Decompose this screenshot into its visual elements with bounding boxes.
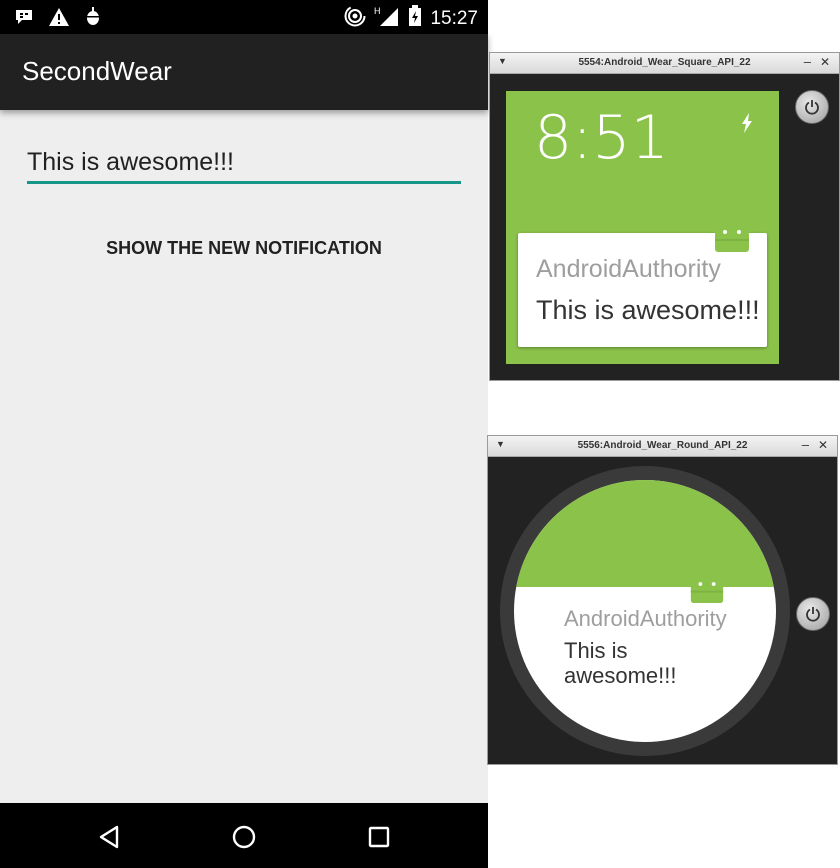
watch-clock: 8:51 — [534, 103, 669, 173]
android-debug-icon — [84, 7, 102, 32]
notification-text-input[interactable]: This is awesome!!! — [27, 146, 461, 184]
watch-background — [514, 480, 776, 587]
power-icon — [805, 100, 819, 115]
power-icon — [806, 607, 820, 622]
round-wear-emulator-window: ▼ 5556:Android_Wear_Round_API_22 – ✕ And… — [487, 435, 838, 765]
close-button[interactable]: ✕ — [818, 438, 828, 452]
square-watch-face[interactable]: 8:51 AndroidAuthority This is awesome!!! — [506, 91, 779, 364]
status-bar: H 15:27 — [0, 0, 488, 34]
text-input-value: This is awesome!!! — [27, 148, 235, 176]
home-icon — [232, 825, 256, 849]
status-time: 15:27 — [430, 7, 478, 29]
close-button[interactable]: ✕ — [820, 55, 830, 69]
round-emulator-title: 5556:Android_Wear_Round_API_22 — [577, 440, 748, 451]
warning-icon — [48, 7, 70, 32]
square-emulator-titlebar[interactable]: ▼ 5554:Android_Wear_Square_API_22 – ✕ — [490, 53, 839, 74]
text-input-underline — [27, 181, 461, 184]
recents-icon — [368, 826, 390, 848]
show-notification-button[interactable]: SHOW THE NEW NOTIFICATION — [92, 230, 396, 266]
svg-text:H: H — [374, 6, 381, 16]
notification-text: This is awesome!!! — [564, 638, 677, 688]
round-watch-bezel: AndroidAuthority This is awesome!!! — [500, 466, 790, 756]
app-title: SecondWear — [22, 56, 172, 86]
power-button[interactable] — [795, 90, 829, 124]
round-watch-face[interactable]: AndroidAuthority This is awesome!!! — [514, 480, 776, 742]
notification-app-name: AndroidAuthority — [564, 606, 727, 631]
recents-button[interactable] — [359, 817, 399, 857]
bbm-icon — [14, 8, 34, 31]
android-app-icon — [712, 213, 752, 258]
app-bar: SecondWear — [0, 34, 488, 110]
battery-icon — [408, 5, 422, 32]
square-wear-emulator-window: ▼ 5554:Android_Wear_Square_API_22 – ✕ 8:… — [489, 52, 840, 381]
signal-icon: H — [374, 5, 400, 32]
square-emulator-title: 5554:Android_Wear_Square_API_22 — [578, 57, 751, 68]
minimize-button[interactable]: – — [804, 54, 811, 69]
round-emulator-titlebar[interactable]: ▼ 5556:Android_Wear_Round_API_22 – ✕ — [488, 436, 837, 457]
power-button[interactable] — [796, 597, 830, 631]
android-app-icon — [688, 566, 726, 609]
navigation-bar — [0, 803, 488, 868]
phone-screen: H 15:27 SecondWear This is awesome!!! SH… — [0, 0, 488, 868]
minimize-button[interactable]: – — [802, 437, 809, 452]
notification-app-name: AndroidAuthority — [536, 255, 721, 283]
hotspot-icon — [344, 5, 366, 32]
home-button[interactable] — [224, 817, 264, 857]
charging-bolt-icon — [741, 113, 753, 138]
back-button[interactable] — [89, 817, 129, 857]
notification-text: This is awesome!!! — [536, 295, 760, 325]
back-icon — [99, 825, 119, 849]
